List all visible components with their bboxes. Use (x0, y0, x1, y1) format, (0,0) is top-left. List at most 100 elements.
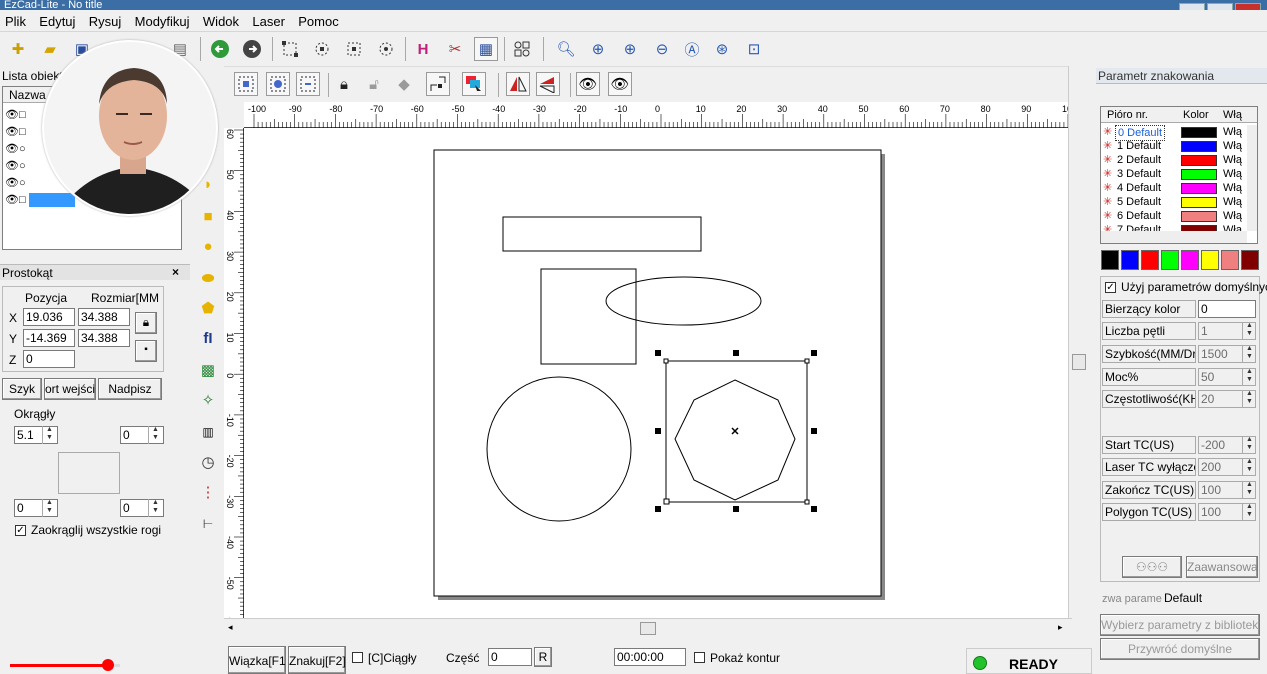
menu-file[interactable]: Plik (0, 10, 31, 31)
color-swatch[interactable] (1121, 250, 1139, 270)
draw-rectangle-icon[interactable]: ■ (196, 204, 220, 228)
hatch-icon[interactable]: H (411, 37, 435, 61)
draw-text-icon[interactable]: fI (196, 326, 220, 350)
color-swatch[interactable] (1161, 250, 1179, 270)
video-progress-knob[interactable] (102, 659, 114, 671)
corner-top-right-spin[interactable]: ▲ ▼ (148, 426, 162, 444)
lock-icon[interactable]: 🔒︎ (332, 72, 356, 96)
mirror-horizontal-icon[interactable] (506, 72, 530, 96)
scroll-right-icon[interactable]: ▸ (1058, 622, 1063, 633)
drawing-canvas[interactable] (244, 128, 1072, 618)
pen-row[interactable]: ✳ 1 Default Włą (1101, 139, 1246, 153)
input-port-button[interactable]: ort wejścio (44, 378, 96, 400)
color-swatch[interactable] (1181, 250, 1199, 270)
reset-part-button[interactable]: R (534, 647, 552, 667)
draw-ellipse-icon[interactable]: ⬬ (196, 266, 220, 290)
preview-red-icon[interactable]: 👁︎ (576, 72, 600, 96)
array-button[interactable]: Szyk (2, 378, 42, 400)
menu-help[interactable]: Pomoc (293, 10, 343, 31)
color-swatch[interactable] (1221, 250, 1239, 270)
mirror-vertical-icon[interactable] (536, 72, 560, 96)
param-spin[interactable]: ▲ ▼ (1242, 368, 1256, 386)
param-spin[interactable]: ▲ ▼ (1242, 481, 1256, 499)
scroll-left-icon[interactable]: ◂ (228, 622, 233, 633)
pen-row[interactable]: ✳ 0 Default Włą (1101, 125, 1246, 141)
property-panel-close[interactable]: × (172, 265, 179, 279)
import-vector-icon[interactable]: ✧ (196, 388, 220, 412)
restore-default-button[interactable]: Przywróć domyślne (1100, 638, 1260, 660)
x-position-field[interactable]: 19.036 (23, 308, 75, 326)
new-file-icon[interactable]: ✚ (6, 37, 30, 61)
y-size-field[interactable]: 34.388 (78, 329, 130, 347)
vertical-scrollbar[interactable] (1068, 66, 1088, 618)
group-icon[interactable] (510, 37, 534, 61)
layer-order-icon[interactable] (462, 72, 486, 96)
horizontal-scrollbar[interactable]: ◂ ▸ (224, 618, 1072, 636)
pen-row[interactable]: ✳ 4 Default Włą (1101, 181, 1246, 195)
anchor-point-icon[interactable]: ▪ (135, 340, 157, 362)
param-spin[interactable]: ▲ ▼ (1242, 345, 1256, 363)
node-edit-icon[interactable] (278, 37, 302, 61)
pen-row[interactable]: ✳ 3 Default Włą (1101, 167, 1246, 181)
mark-button[interactable]: Znakuj[F2] (288, 646, 346, 674)
node-add-icon[interactable] (310, 37, 334, 61)
menu-view[interactable]: Widok (198, 10, 244, 31)
corner-bottom-left-spin[interactable]: ▲ ▼ (42, 499, 56, 517)
zoom-all-icon[interactable]: Ⓐ (680, 37, 704, 61)
zoom-selection-icon[interactable]: ⊡ (742, 37, 766, 61)
y-position-field[interactable]: -14.369 (23, 329, 75, 347)
z-position-field[interactable]: 0 (23, 350, 75, 368)
corner-bottom-right-spin[interactable]: ▲ ▼ (148, 499, 162, 517)
color-swatch[interactable] (1141, 250, 1159, 270)
beam-button[interactable]: Wiązka[F1] (228, 646, 286, 674)
param-value[interactable]: 0 (1198, 300, 1256, 318)
pen-list-hscroll[interactable] (1101, 231, 1247, 243)
align-icon[interactable] (426, 72, 450, 96)
zoom-in-icon[interactable]: ⊕ (618, 37, 642, 61)
select-all-icon[interactable] (234, 72, 258, 96)
pen-row[interactable]: ✳ 7 Default Włą (1101, 223, 1246, 231)
select-none-icon[interactable] (296, 72, 320, 96)
lock-ratio-icon[interactable]: 🔒︎ (135, 312, 157, 334)
color-swatch[interactable] (1241, 250, 1259, 270)
node-split-icon[interactable] (374, 37, 398, 61)
pen-row[interactable]: ✳ 5 Default Włą (1101, 195, 1246, 209)
round-all-checkbox[interactable]: ✓ (15, 525, 26, 536)
zoom-icon[interactable]: 🔍︎ (554, 37, 578, 61)
menu-modify[interactable]: Modyfikuj (130, 10, 195, 31)
param-name-field[interactable]: Default (1162, 590, 1260, 608)
pen-icon-button[interactable]: ⚇⚇⚇ (1122, 556, 1182, 578)
overwrite-button[interactable]: Nadpisz (98, 378, 162, 400)
barcode-icon[interactable]: ▥ (196, 420, 220, 444)
param-spin[interactable]: ▲ ▼ (1242, 458, 1256, 476)
zoom-pan-icon[interactable]: ⊕ (586, 37, 610, 61)
show-contour-checkbox[interactable] (694, 652, 705, 663)
zoom-world-icon[interactable]: ⊛ (710, 37, 734, 61)
param-spin[interactable]: ▲ ▼ (1242, 390, 1256, 408)
vertical-scroll-thumb[interactable] (1072, 354, 1086, 370)
node-delete-icon[interactable] (342, 37, 366, 61)
list-item[interactable]: 👁□ (5, 192, 75, 209)
zoom-out-icon[interactable]: ⊖ (650, 37, 674, 61)
draw-polygon-icon[interactable]: ⬟ (196, 296, 220, 320)
color-swatch[interactable] (1101, 250, 1119, 270)
menu-edit[interactable]: Edytuj (34, 10, 80, 31)
timer-icon[interactable]: ◷ (196, 450, 220, 474)
part-field[interactable]: 0 (488, 648, 532, 666)
continuous-checkbox[interactable] (352, 652, 363, 663)
io-port-icon[interactable]: ⋮ (196, 480, 220, 504)
axis-icon[interactable]: ⊢ (196, 512, 220, 536)
x-size-field[interactable]: 34.388 (78, 308, 130, 326)
param-spin[interactable]: ▲ ▼ (1242, 436, 1256, 454)
param-spin[interactable]: ▲ ▼ (1242, 322, 1256, 340)
preview-mark-icon[interactable]: 👁︎ (608, 72, 632, 96)
color-swatch[interactable] (1201, 250, 1219, 270)
draw-circle-icon[interactable]: ● (196, 234, 220, 258)
import-bitmap-icon[interactable]: ▩ (196, 358, 220, 382)
pen-list-vscroll[interactable] (1247, 125, 1257, 231)
horizontal-scroll-thumb[interactable] (640, 622, 656, 635)
open-folder-icon[interactable]: ▰ (38, 37, 62, 61)
select-invert-icon[interactable] (266, 72, 290, 96)
menu-draw[interactable]: Rysuj (84, 10, 127, 31)
menu-laser[interactable]: Laser (247, 10, 290, 31)
